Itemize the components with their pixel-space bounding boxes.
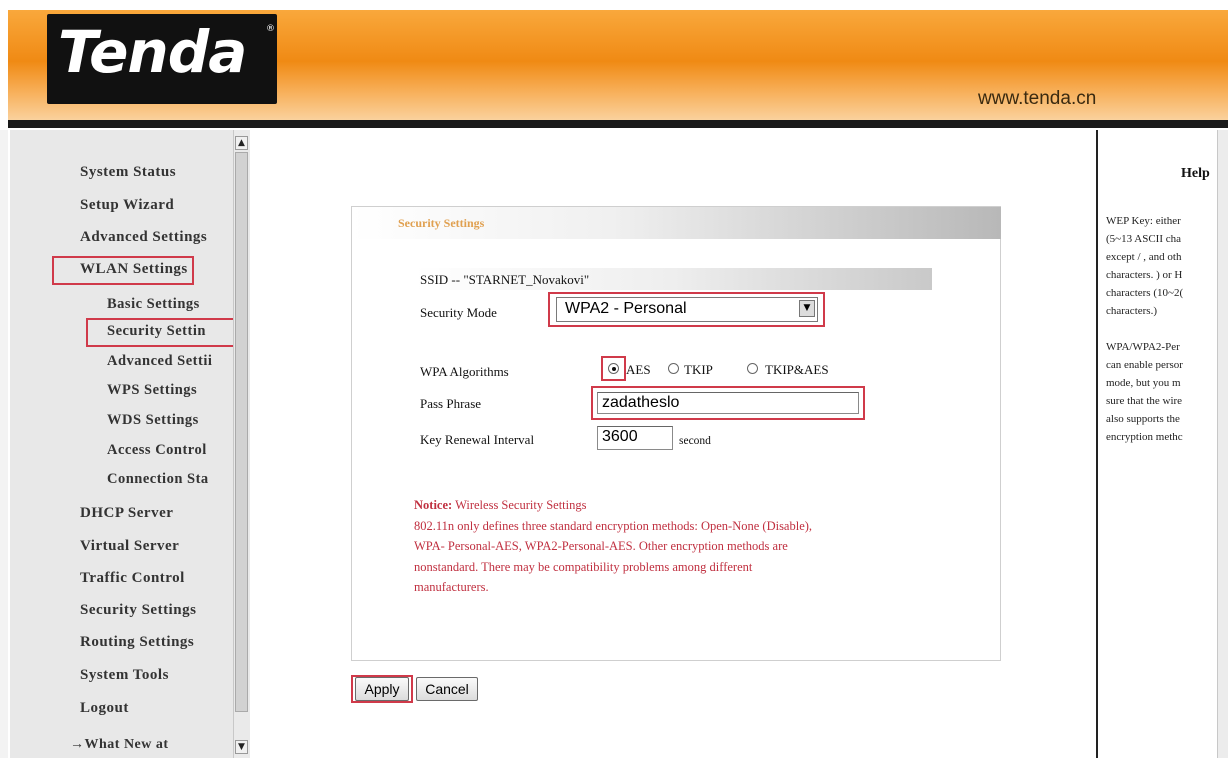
sidebar-item-system-tools[interactable]: System Tools: [80, 667, 169, 684]
button-separator: [352, 660, 1001, 661]
sidebar-item-virtual-server[interactable]: Virtual Server: [80, 538, 179, 555]
tkip-aes-radio[interactable]: [747, 363, 758, 374]
wpa-algorithms-label: WPA Algorithms: [420, 364, 509, 379]
cancel-button[interactable]: Cancel: [416, 677, 478, 701]
help-line: characters. ) or H: [1106, 269, 1183, 281]
help-line: except / , and oth: [1106, 251, 1182, 263]
help-line: (5~13 ASCII cha: [1106, 233, 1181, 245]
sidebar-item-wds-settings[interactable]: WDS Settings: [107, 412, 199, 429]
notice-line: manufacturers.: [414, 580, 489, 594]
help-line: encryption methc: [1106, 431, 1183, 443]
pass-phrase-label: Pass Phrase: [420, 396, 482, 411]
notice-line: nonstandard. There may be compatibility …: [414, 559, 753, 574]
registered-mark: ®: [266, 24, 275, 34]
help-scrollbar[interactable]: [1217, 130, 1228, 758]
notice-line: WPA- Personal-AES, WPA2-Personal-AES. Ot…: [414, 539, 788, 553]
security-mode-highlight: [548, 292, 825, 327]
pass-phrase-highlight: [591, 386, 865, 420]
help-line: can enable persor: [1106, 359, 1183, 371]
help-line: [1106, 320, 1218, 338]
sidebar-item-wps-settings[interactable]: WPS Settings: [107, 382, 197, 399]
apply-button[interactable]: Apply: [355, 677, 409, 701]
tkip-radio[interactable]: [668, 363, 679, 374]
key-renewal-input[interactable]: 3600: [597, 426, 673, 450]
aes-label: AES: [626, 362, 651, 377]
header: Tenda ® www.tenda.cn: [0, 0, 1228, 130]
notice-subtitle: Wireless Security Settings: [452, 498, 587, 512]
notice-title: Notice:: [414, 498, 453, 512]
notice-block: Notice: Wireless Security Settings 802.1…: [414, 495, 954, 598]
sidebar-item-system-status[interactable]: System Status: [80, 164, 176, 181]
sidebar-item-basic-settings[interactable]: Basic Settings: [107, 296, 200, 313]
key-renewal-unit: second: [679, 435, 711, 447]
notice-line: 802.11n only defines three standard encr…: [414, 518, 813, 533]
help-line: also supports the: [1106, 413, 1180, 425]
wlan-settings-highlight: [52, 256, 194, 285]
panel-title: Security Settings: [398, 216, 485, 230]
help-line: characters.): [1106, 305, 1157, 317]
help-line: WEP Key: either: [1106, 215, 1181, 227]
security-settings-highlight: [86, 318, 249, 347]
tkip-label: TKIP: [684, 362, 713, 377]
sidebar-item-traffic-control[interactable]: Traffic Control: [80, 570, 185, 587]
sidebar-item-dhcp-server[interactable]: DHCP Server: [80, 505, 173, 522]
sidebar-item-routing-settings[interactable]: Routing Settings: [80, 634, 194, 651]
notice-heading: Notice: Wireless Security Settings: [414, 495, 954, 516]
sidebar-item-connection-status[interactable]: Connection Sta: [107, 471, 233, 488]
sidebar-item-security-settings-main[interactable]: Security Settings: [80, 602, 196, 619]
header-bar: [8, 120, 1228, 128]
scroll-down-arrow-icon[interactable]: ▼: [235, 740, 248, 754]
sidebar-item-logout[interactable]: Logout: [80, 700, 129, 717]
tenda-logo: Tenda: [58, 18, 247, 86]
sidebar-item-access-control[interactable]: Access Control: [107, 442, 233, 459]
aes-radio[interactable]: [608, 363, 619, 374]
security-mode-label: Security Mode: [420, 305, 497, 320]
help-line: characters (10~2(: [1106, 287, 1184, 299]
scroll-up-arrow-icon[interactable]: ▲: [235, 136, 248, 150]
sidebar-scroll-thumb[interactable]: [235, 152, 248, 712]
sidebar-item-advanced-settings[interactable]: Advanced Settings: [80, 229, 207, 246]
help-title: Help: [1181, 166, 1210, 181]
sidebar-item-setup-wizard[interactable]: Setup Wizard: [80, 197, 174, 214]
sidebar-item-what-new[interactable]: →What New at: [70, 737, 169, 753]
key-renewal-label: Key Renewal Interval: [420, 432, 535, 447]
help-line: WPA/WPA2-Per: [1106, 341, 1180, 353]
help-body: WEP Key: either (5~13 ASCII cha except /…: [1106, 212, 1218, 446]
help-line: mode, but you m: [1106, 377, 1181, 389]
tkip-aes-label: TKIP&AES: [765, 362, 829, 377]
help-line: sure that the wire: [1106, 395, 1183, 407]
site-url: www.tenda.cn: [978, 88, 1097, 109]
ssid-label: SSID -- "STARNET_Novakovi": [420, 272, 590, 287]
sidebar-item-advanced-settings-wlan[interactable]: Advanced Settii: [107, 353, 233, 370]
